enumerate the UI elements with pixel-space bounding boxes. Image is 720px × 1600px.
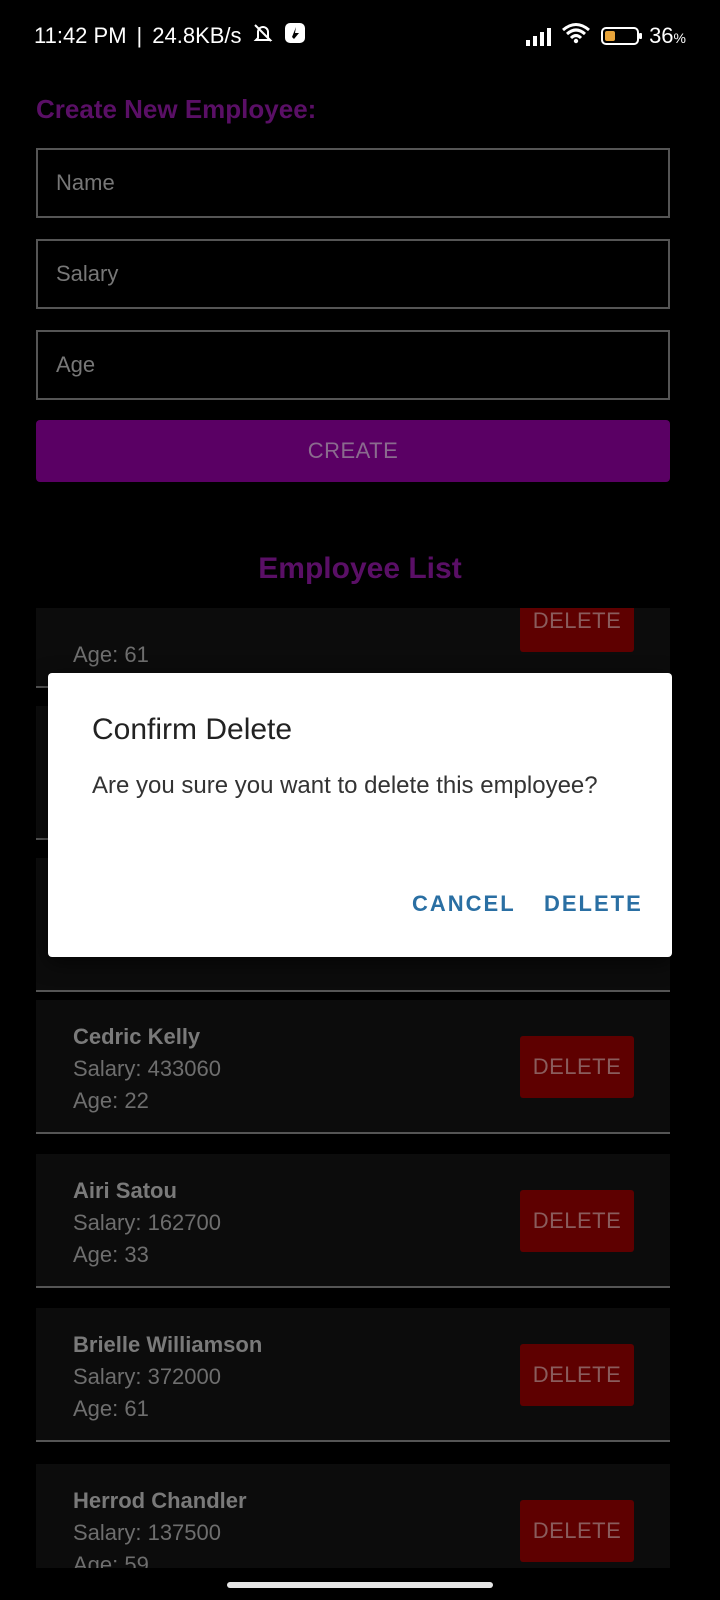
list-item: Herrod Chandler Salary: 137500 Age: 59 D… [36,1464,670,1568]
app-notification-icon [284,22,306,50]
home-indicator[interactable] [227,1582,493,1588]
employee-list-title: Employee List [258,552,462,585]
form-title: Create New Employee: [36,94,317,124]
name-input[interactable]: Name [36,148,670,218]
employee-name: Cedric Kelly [73,1024,201,1049]
delete-button[interactable]: DELETE [520,1500,634,1562]
dialog-message: Are you sure you want to delete this emp… [92,772,598,799]
employee-age: Age: 61 [73,1396,149,1421]
delete-button[interactable]: DELETE [520,608,634,652]
employee-salary: Salary: 162700 [73,1210,221,1235]
battery-percent: 36% [649,23,686,48]
employee-salary: Salary: 433060 [73,1056,221,1081]
employee-salary: Salary: 372000 [73,1364,221,1389]
employee-name: Brielle Williamson [73,1332,263,1357]
employee-age: Age: 59 [73,1552,149,1568]
name-placeholder: Name [56,170,115,195]
create-button[interactable]: CREATE [36,420,670,482]
signal-icon [526,26,552,46]
battery-icon [601,27,643,45]
employee-age: Age: 33 [73,1242,149,1267]
delete-button[interactable]: DELETE [520,1344,634,1406]
age-input[interactable]: Age [36,330,670,400]
employee-age: Age: 22 [73,1088,149,1113]
employee-salary: Salary: 137500 [73,1520,221,1545]
list-item: Cedric Kelly Salary: 433060 Age: 22 DELE… [36,1000,670,1134]
status-network-speed: 24.8KB/s [152,23,242,48]
bell-muted-icon [252,22,274,50]
dialog-title: Confirm Delete [92,713,293,746]
list-item: Airi Satou Salary: 162700 Age: 33 DELETE [36,1154,670,1288]
salary-placeholder: Salary [56,261,119,286]
delete-button[interactable]: DELETE [520,1190,634,1252]
employee-age: Age: 61 [73,642,149,667]
status-bar: 11:42 PM | 24.8KB/s 36% [0,0,720,72]
cancel-button[interactable]: CANCEL [412,891,516,917]
status-time: 11:42 PM [34,23,127,48]
delete-button[interactable]: DELETE [520,1036,634,1098]
status-separator: | [136,23,143,48]
confirm-delete-button[interactable]: DELETE [544,891,643,917]
confirm-delete-dialog: Confirm Delete Are you sure you want to … [48,673,672,957]
salary-input[interactable]: Salary [36,239,670,309]
employee-name: Airi Satou [73,1178,177,1203]
list-item: Brielle Williamson Salary: 372000 Age: 6… [36,1308,670,1442]
wifi-icon [561,22,591,50]
employee-name: Herrod Chandler [73,1488,247,1513]
age-placeholder: Age [56,352,96,377]
